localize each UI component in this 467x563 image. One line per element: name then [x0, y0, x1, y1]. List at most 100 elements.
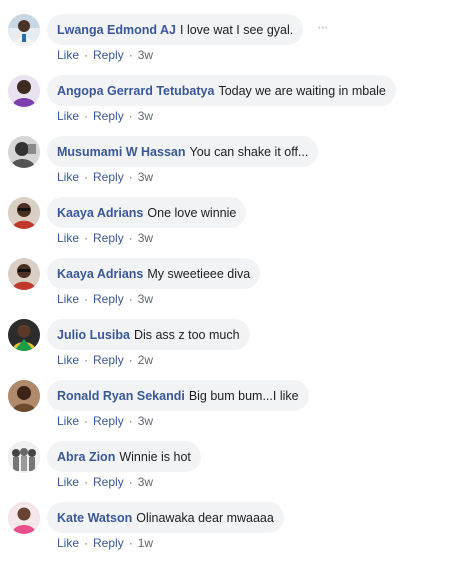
commenter-name-link[interactable]: Ronald Ryan Sekandi [57, 388, 185, 404]
comment-bubble: Lwanga Edmond AJ I love wat I see gyal. [47, 14, 304, 45]
reply-link[interactable]: Reply [93, 109, 124, 123]
like-link[interactable]: Like [57, 109, 79, 123]
comment-text: Dis ass z too much [133, 327, 240, 342]
comment-actions: Like · Reply · 3w [57, 107, 153, 125]
comment-timestamp[interactable]: 3w [138, 292, 153, 306]
comment-bubble: Kaaya Adrians One love winnie [47, 197, 247, 228]
comment-timestamp[interactable]: 3w [138, 109, 153, 123]
reply-link[interactable]: Reply [93, 292, 124, 306]
avatar[interactable] [8, 14, 40, 46]
comment-bubble: Abra Zion Winnie is hot [47, 441, 201, 472]
separator-dot: · [128, 292, 133, 306]
comment-bubble: Julio Lusiba Dis ass z too much [47, 319, 250, 350]
comment-text: I love wat I see gyal. [180, 22, 294, 37]
like-link[interactable]: Like [57, 475, 79, 489]
like-link[interactable]: Like [57, 231, 79, 245]
commenter-name-link[interactable]: Kate Watson [57, 510, 132, 526]
commenter-name-link[interactable]: Angopa Gerrard Tetubatya [57, 83, 214, 99]
separator-dot: · [84, 48, 89, 62]
comment-item: Kaaya Adrians My sweetieee diva Like · Reply… [0, 258, 467, 319]
comment-timestamp[interactable]: 2w [138, 353, 153, 367]
separator-dot: · [84, 231, 89, 245]
separator-dot: · [128, 48, 133, 62]
separator-dot: · [128, 536, 133, 550]
separator-dot: · [84, 414, 89, 428]
like-link[interactable]: Like [57, 414, 79, 428]
comment-timestamp[interactable]: 3w [138, 48, 153, 62]
comment-bubble: Ronald Ryan Sekandi Big bum bum...I like [47, 380, 309, 411]
separator-dot: · [128, 414, 133, 428]
commenter-name-link[interactable]: Kaaya Adrians [57, 205, 143, 221]
comment-actions: Like · Reply · 3w [57, 412, 153, 430]
comment-item: Musumami W Hassan You can shake it off...… [0, 136, 467, 197]
comment-item: Kaaya Adrians One love winnie Like · Reply · 3… [0, 197, 467, 258]
separator-dot: · [84, 109, 89, 123]
comment-item: Angopa Gerrard Tetubatya Today we are wai… [0, 75, 467, 136]
avatar[interactable] [8, 380, 40, 412]
like-link[interactable]: Like [57, 353, 79, 367]
comment-timestamp[interactable]: 3w [138, 170, 153, 184]
avatar[interactable] [8, 319, 40, 351]
comment-item: Ronald Ryan Sekandi Big bum bum...I like L… [0, 380, 467, 441]
comment-text: Big bum bum...I like [188, 388, 299, 403]
comment-text: My sweetieee diva [147, 266, 251, 281]
separator-dot: · [84, 292, 89, 306]
comment-actions: Like · Reply · 2w [57, 351, 153, 369]
comment-timestamp[interactable]: 1w [138, 536, 153, 550]
commenter-name-link[interactable]: Musumami W Hassan [57, 144, 186, 160]
comment-actions: Like · Reply · 3w [57, 229, 153, 247]
comment-text: Today we are waiting in mbale [218, 83, 386, 98]
comment-timestamp[interactable]: 3w [138, 414, 153, 428]
avatar[interactable] [8, 502, 40, 534]
separator-dot: · [128, 231, 133, 245]
avatar[interactable] [8, 136, 40, 168]
comment-timestamp[interactable]: 3w [138, 475, 153, 489]
reply-link[interactable]: Reply [93, 231, 124, 245]
comment-bubble: Kate Watson Olinawaka dear mwaaaa [47, 502, 284, 533]
separator-dot: · [128, 353, 133, 367]
like-link[interactable]: Like [57, 48, 79, 62]
like-link[interactable]: Like [57, 170, 79, 184]
reply-link[interactable]: Reply [93, 353, 124, 367]
separator-dot: · [128, 170, 133, 184]
separator-dot: · [84, 170, 89, 184]
comment-actions: Like · Reply · 3w [57, 46, 153, 64]
reply-link[interactable]: Reply [93, 536, 124, 550]
comment-item: Julio Lusiba Dis ass z too much Like · Reply… [0, 319, 467, 380]
commenter-name-link[interactable]: Lwanga Edmond AJ [57, 22, 176, 38]
comment-text: You can shake it off... [189, 144, 309, 159]
commenter-name-link[interactable]: Julio Lusiba [57, 327, 130, 343]
comment-actions: Like · Reply · 3w [57, 473, 153, 491]
comment-bubble: Kaaya Adrians My sweetieee diva [47, 258, 261, 289]
more-options-icon[interactable]: ••• [318, 22, 342, 36]
comment-bubble: Angopa Gerrard Tetubatya Today we are wai… [47, 75, 396, 106]
comment-item: Lwanga Edmond AJ I love wat I see gyal. Li… [0, 14, 467, 75]
comment-item: Kate Watson Olinawaka dear mwaaaa Like · Rep… [0, 502, 467, 563]
separator-dot: · [84, 536, 89, 550]
commenter-name-link[interactable]: Kaaya Adrians [57, 266, 143, 282]
reply-link[interactable]: Reply [93, 414, 124, 428]
comment-bubble: Musumami W Hassan You can shake it off... [47, 136, 319, 167]
separator-dot: · [128, 475, 133, 489]
avatar[interactable] [8, 258, 40, 290]
avatar[interactable] [8, 75, 40, 107]
reply-link[interactable]: Reply [93, 170, 124, 184]
separator-dot: · [84, 475, 89, 489]
comment-actions: Like · Reply · 3w [57, 168, 153, 186]
comment-text: One love winnie [147, 205, 237, 220]
comment-timestamp[interactable]: 3w [138, 231, 153, 245]
comment-actions: Like · Reply · 3w [57, 290, 153, 308]
avatar[interactable] [8, 441, 40, 473]
avatar[interactable] [8, 197, 40, 229]
comment-text: Winnie is hot [119, 449, 191, 464]
commenter-name-link[interactable]: Abra Zion [57, 449, 115, 465]
like-link[interactable]: Like [57, 536, 79, 550]
comment-item: Abra Zion Winnie is hot Like · Reply · 3w [0, 441, 467, 502]
reply-link[interactable]: Reply [93, 48, 124, 62]
comment-actions: Like · Reply · 1w [57, 534, 153, 552]
reply-link[interactable]: Reply [93, 475, 124, 489]
separator-dot: · [128, 109, 133, 123]
comment-text: Olinawaka dear mwaaaa [136, 510, 274, 525]
separator-dot: · [84, 353, 89, 367]
like-link[interactable]: Like [57, 292, 79, 306]
